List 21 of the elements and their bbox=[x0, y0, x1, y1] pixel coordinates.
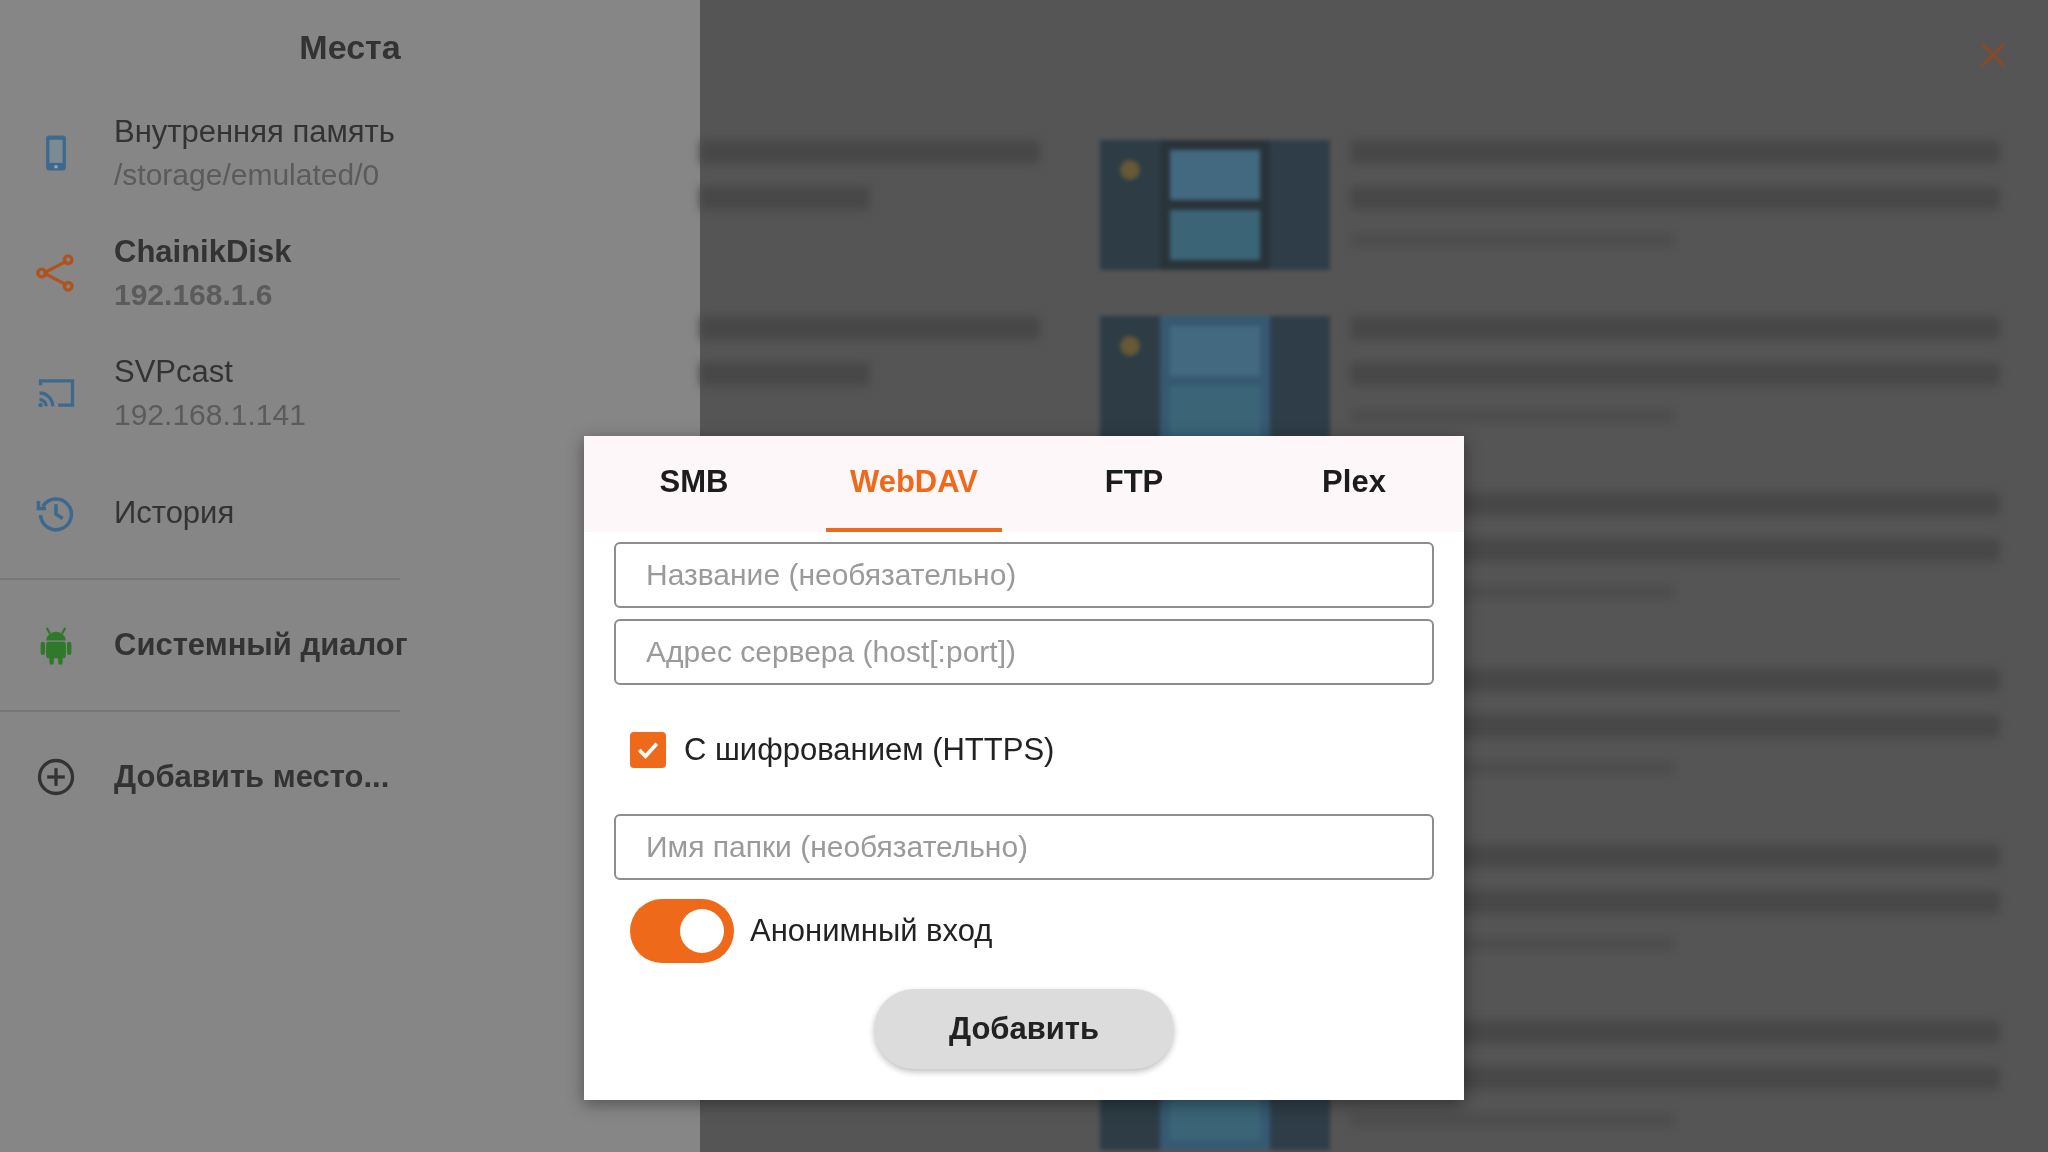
sidebar-title: Места bbox=[298, 27, 402, 68]
item-title: SVPcast bbox=[114, 354, 234, 390]
input-field[interactable]: Название (необязательно) bbox=[614, 542, 1434, 608]
tab[interactable]: WebDAV bbox=[826, 436, 1002, 532]
checkbox-label: С шифрованием (HTTPS) bbox=[684, 732, 1055, 768]
sidebar-item[interactable]: История bbox=[0, 453, 520, 573]
input-field[interactable]: Имя папки (необязательно) bbox=[614, 814, 1434, 880]
switch-label: Анонимный вход bbox=[750, 913, 993, 949]
item-title: ChainikDisk bbox=[114, 234, 292, 270]
item-title: Системный диалог bbox=[114, 627, 408, 663]
input-field[interactable]: Адрес сервера (host[:port]) bbox=[614, 619, 1434, 685]
item-title: Внутренняя память bbox=[114, 114, 395, 150]
sidebar-item[interactable]: Системный диалог bbox=[0, 585, 520, 705]
tab[interactable]: SMB bbox=[606, 436, 782, 532]
add-button[interactable]: Добавить bbox=[874, 989, 1174, 1069]
sidebar-item[interactable]: Добавить место... bbox=[0, 717, 520, 837]
item-title: Добавить место... bbox=[114, 759, 390, 795]
tab[interactable]: FTP bbox=[1046, 436, 1222, 532]
tab[interactable]: Plex bbox=[1266, 436, 1442, 532]
checkbox[interactable] bbox=[630, 732, 666, 768]
item-title: История bbox=[114, 495, 235, 531]
